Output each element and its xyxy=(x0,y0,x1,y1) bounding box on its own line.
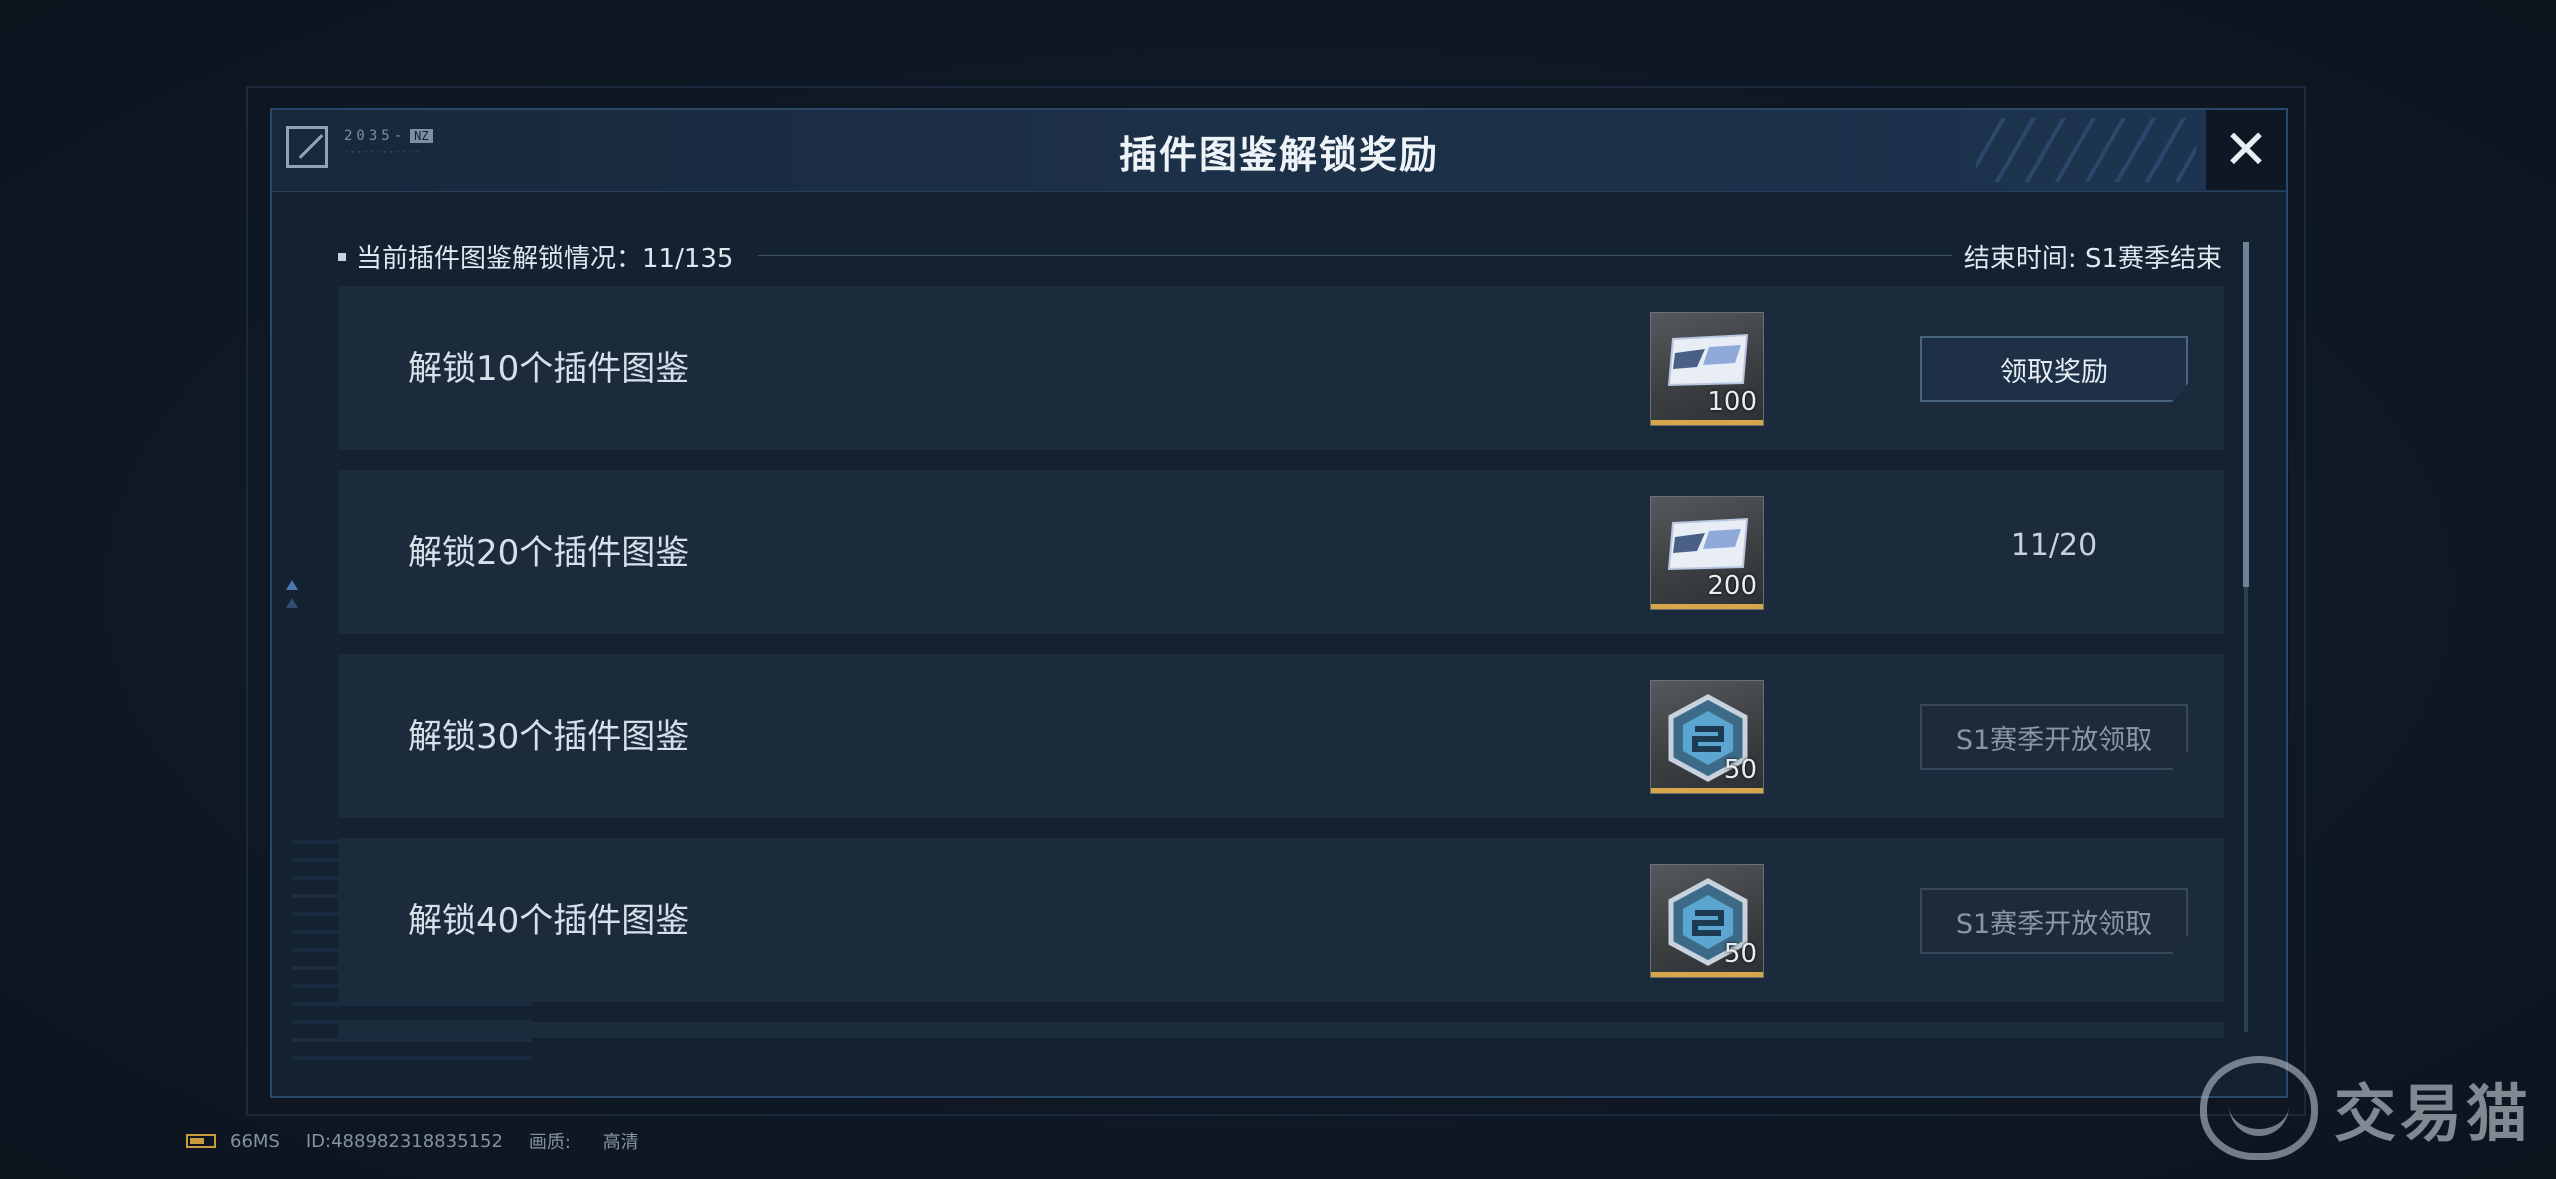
reward-list[interactable]: 解锁10个插件图鉴 100 领取奖励 解锁20个插件图鉴 200 11/20 解… xyxy=(338,286,2224,1038)
reward-row: 解锁10个插件图鉴 100 领取奖励 xyxy=(338,286,2224,450)
latency: 66MS xyxy=(230,1130,280,1152)
reward-count: 100 xyxy=(1707,387,1757,417)
reward-row: 解锁40个插件图鉴 50 S1赛季开放领取 xyxy=(338,838,2224,1002)
player-id: ID:488982318835152 xyxy=(305,1130,503,1152)
watermark: 交易猫 xyxy=(2200,1052,2532,1164)
status-bar: 66MS ID:488982318835152 画质: 高清 xyxy=(186,1128,691,1154)
unlock-progress-text: 当前插件图鉴解锁情况：11/135 xyxy=(356,244,734,274)
reward-item[interactable]: 100 xyxy=(1650,312,1764,426)
battery-icon xyxy=(186,1134,216,1148)
reward-count: 50 xyxy=(1723,939,1757,969)
reward-count: 200 xyxy=(1707,571,1757,601)
reward-requirement: 解锁40个插件图鉴 xyxy=(408,901,690,941)
watermark-text: 交易猫 xyxy=(2334,1077,2533,1150)
side-markers xyxy=(286,580,300,620)
reward-requirement: 解锁30个插件图鉴 xyxy=(408,717,690,757)
dialog-title: 插件图鉴解锁奖励 xyxy=(1118,133,1439,177)
ticket-card-icon xyxy=(1667,333,1749,387)
triangle-up-icon xyxy=(286,598,298,608)
ticket-card-icon xyxy=(1667,517,1749,571)
claim-reward-button[interactable]: 领取奖励 xyxy=(1920,336,2188,402)
triangle-up-icon xyxy=(286,580,298,590)
cat-logo-icon xyxy=(2200,1056,2318,1160)
scrollbar-thumb[interactable] xyxy=(2243,242,2249,587)
season-locked-button[interactable]: S1赛季开放领取 xyxy=(1920,888,2188,954)
unlock-progress: 当前插件图鉴解锁情况：11/135 xyxy=(338,238,733,275)
reward-item[interactable]: 200 xyxy=(1650,496,1764,610)
reward-item[interactable]: 50 xyxy=(1650,680,1764,794)
season-locked-button[interactable]: S1赛季开放领取 xyxy=(1920,704,2188,770)
close-icon: ✕ xyxy=(2223,118,2269,181)
close-button[interactable]: ✕ xyxy=(2206,110,2286,190)
reward-dialog: 2035- NZ ············ 插件图鉴解锁奖励 ✕ 当前插件图鉴解锁… xyxy=(270,108,2288,1098)
quality: 画质: 高清 xyxy=(528,1132,639,1153)
dialog-header: 2035- NZ ············ 插件图鉴解锁奖励 ✕ xyxy=(272,110,2286,192)
divider xyxy=(758,255,1952,256)
reward-progress: 11/20 xyxy=(2010,528,2098,563)
end-time: 结束时间: S1赛季结束 xyxy=(1963,244,2222,274)
reward-row: 解锁20个插件图鉴 200 11/20 xyxy=(338,470,2224,634)
unlock-status-row: 当前插件图鉴解锁情况：11/135 结束时间: S1赛季结束 xyxy=(338,236,2222,276)
reward-requirement: 解锁10个插件图鉴 xyxy=(408,349,690,389)
reward-count: 50 xyxy=(1723,755,1757,785)
bullet-icon xyxy=(338,252,346,261)
reward-item[interactable]: 50 xyxy=(1650,864,1764,978)
reward-row: 解锁30个插件图鉴 50 S1赛季开放领取 xyxy=(338,654,2224,818)
reward-requirement: 解锁20个插件图鉴 xyxy=(408,533,690,573)
reward-row-partial xyxy=(338,1022,2224,1038)
